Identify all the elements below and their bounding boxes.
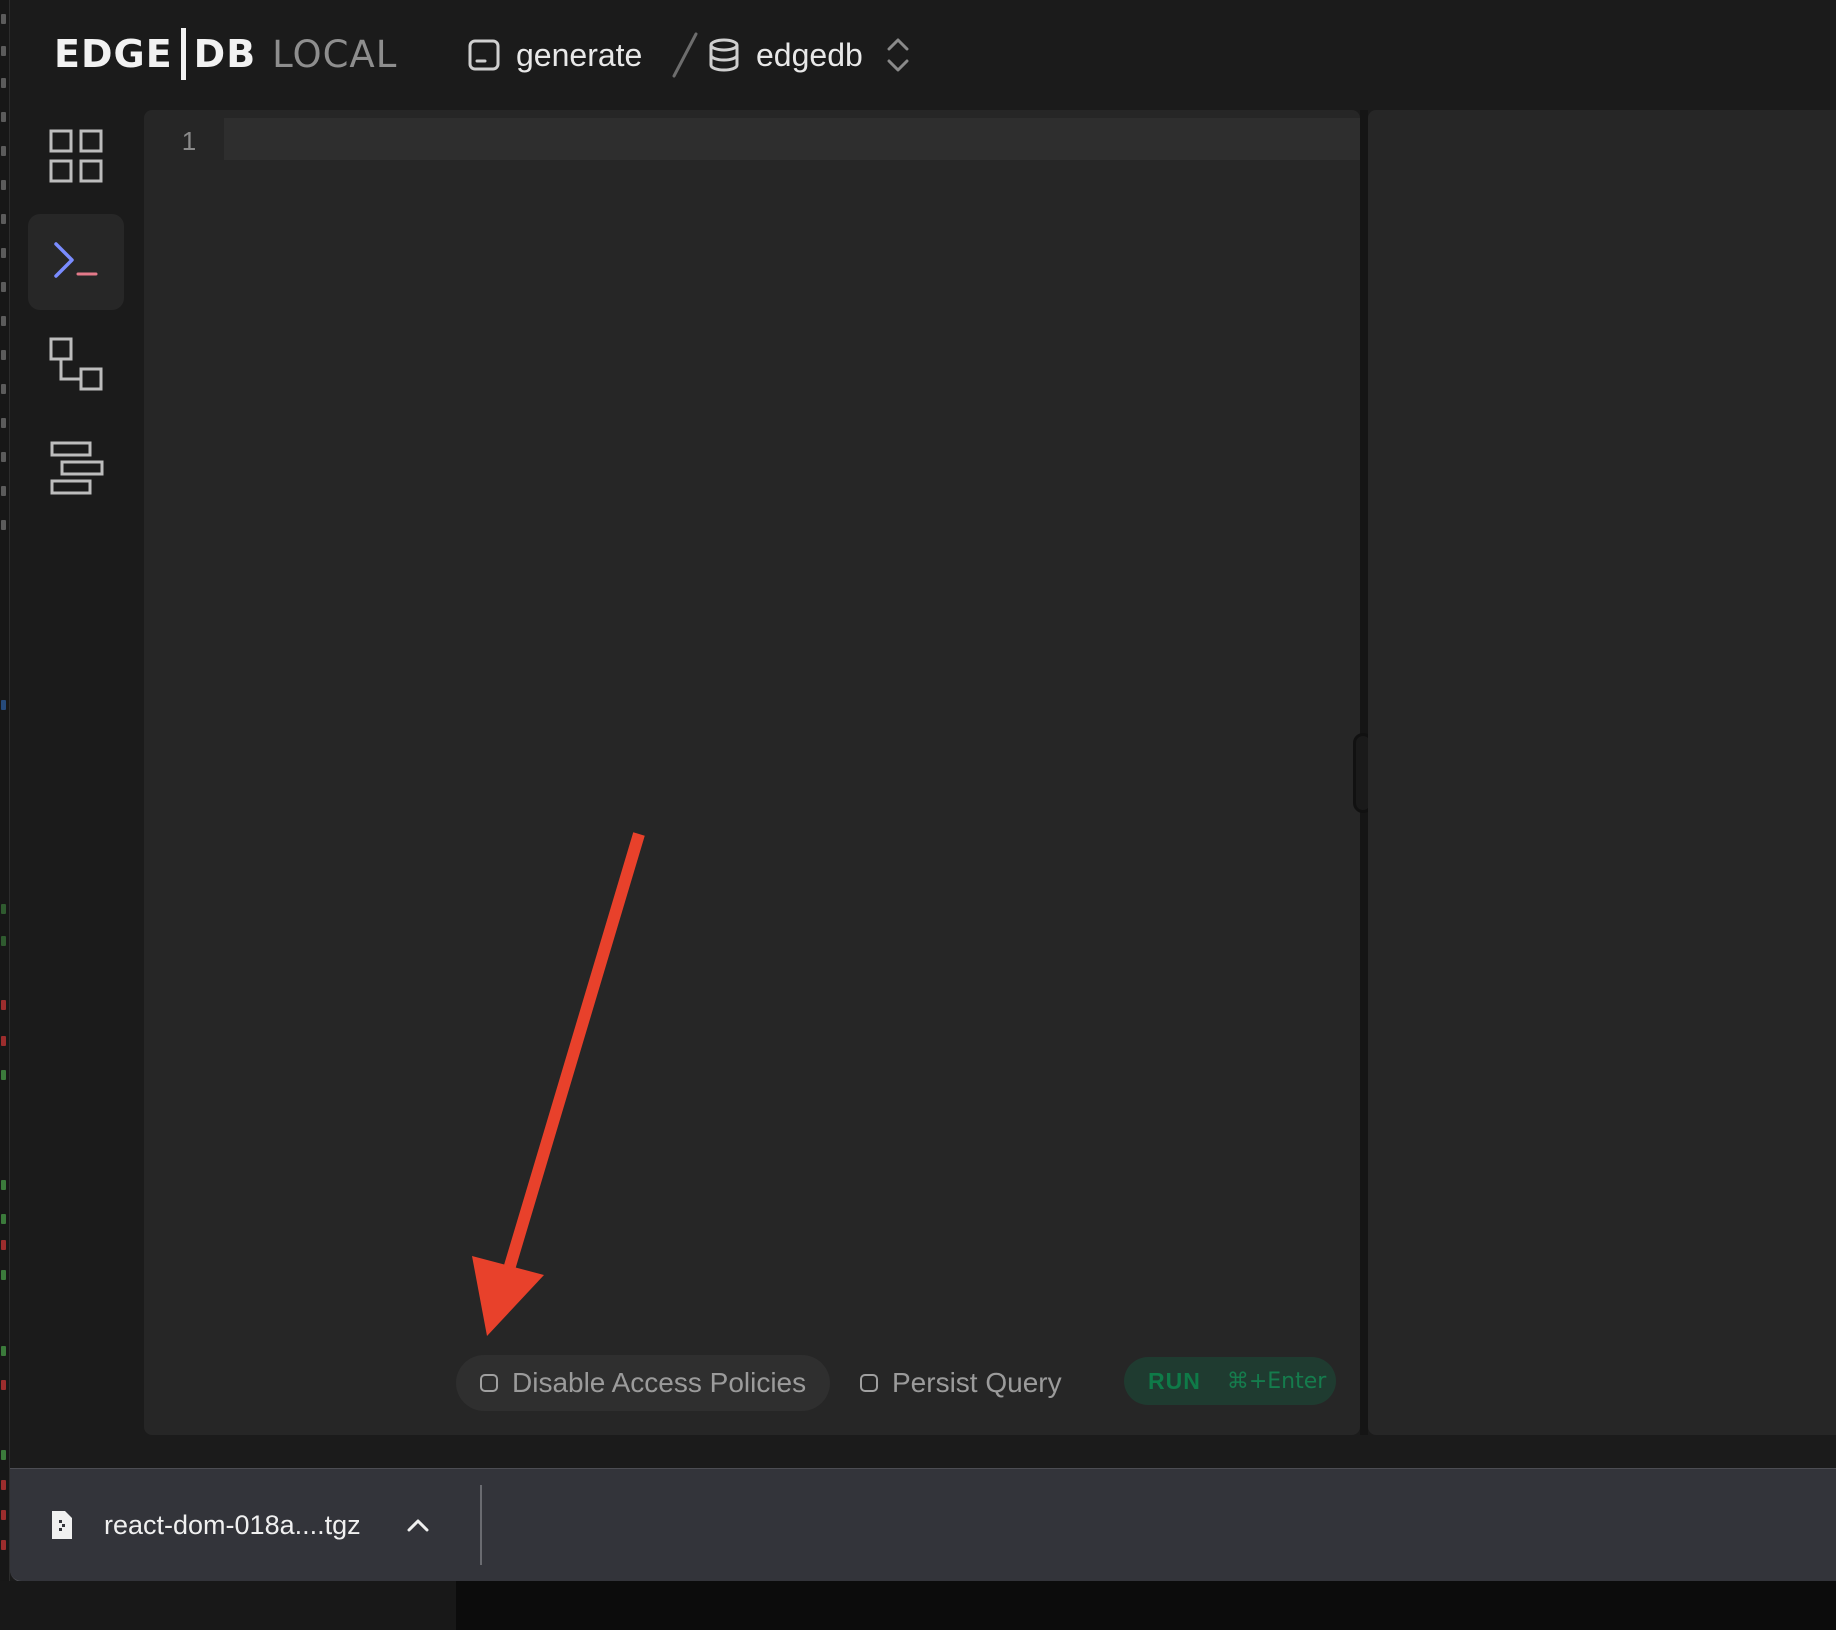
disable-access-policies-checkbox[interactable] bbox=[480, 1374, 498, 1392]
window-bottom-edge bbox=[0, 1581, 1836, 1630]
disable-access-policies-toggle[interactable]: Disable Access Policies bbox=[456, 1355, 830, 1411]
download-bar: react-dom-018a....tgz bbox=[10, 1468, 1836, 1582]
background-window-edge bbox=[0, 0, 10, 1585]
instance-icon bbox=[468, 39, 500, 71]
nav-data-explorer[interactable] bbox=[28, 422, 124, 518]
logo-divider bbox=[180, 28, 186, 80]
editor-controls: Disable Access Policies Persist Query RU… bbox=[144, 1355, 1360, 1415]
logo-db-text: DB bbox=[193, 32, 257, 76]
header: EDGE DB LOCAL generate edgedb bbox=[10, 0, 1836, 110]
persist-query-label: Persist Query bbox=[892, 1367, 1062, 1398]
line-number: 1 bbox=[181, 126, 197, 156]
download-filename: react-dom-018a....tgz bbox=[104, 1509, 361, 1540]
grid-icon bbox=[49, 129, 103, 188]
nav-dashboard[interactable] bbox=[28, 110, 124, 206]
switch-database-icon[interactable] bbox=[885, 35, 911, 75]
logo-local-text: LOCAL bbox=[272, 32, 398, 76]
data-table-icon bbox=[48, 441, 104, 500]
breadcrumb-instance[interactable]: generate bbox=[468, 28, 642, 82]
output-panel bbox=[1368, 110, 1836, 1435]
nav-repl[interactable] bbox=[28, 214, 124, 310]
disable-access-policies-label: Disable Access Policies bbox=[512, 1367, 807, 1398]
active-line-highlight bbox=[224, 118, 1360, 160]
schema-graph-icon bbox=[49, 337, 103, 396]
database-name: edgedb bbox=[756, 36, 863, 73]
nav-schema[interactable] bbox=[28, 318, 124, 414]
instance-name: generate bbox=[516, 36, 643, 73]
run-shortcut: ⌘+Enter bbox=[1226, 1368, 1327, 1394]
query-editor[interactable]: 1 Disable Access Policies Persist Query … bbox=[144, 110, 1360, 1435]
edgedb-logo[interactable]: EDGE DB LOCAL bbox=[54, 26, 397, 82]
persist-query-checkbox[interactable] bbox=[860, 1374, 878, 1392]
run-button[interactable]: RUN ⌘+Enter bbox=[1124, 1357, 1336, 1405]
database-icon bbox=[708, 38, 740, 72]
breadcrumb-separator bbox=[670, 30, 700, 85]
file-archive-icon bbox=[50, 1510, 74, 1540]
download-item[interactable]: react-dom-018a....tgz bbox=[50, 1469, 429, 1581]
chevron-up-icon[interactable] bbox=[407, 1518, 429, 1532]
screen: EDGE DB LOCAL generate edgedb 1 Disable … bbox=[0, 0, 1836, 1630]
logo-edge-text: EDGE bbox=[54, 32, 173, 76]
run-label: RUN bbox=[1148, 1367, 1201, 1394]
edgedb-ui-app: EDGE DB LOCAL generate edgedb 1 Disable … bbox=[10, 0, 1836, 1468]
breadcrumb-database[interactable]: edgedb bbox=[708, 28, 911, 82]
download-bar-divider bbox=[480, 1485, 482, 1565]
persist-query-toggle[interactable]: Persist Query bbox=[860, 1355, 1080, 1411]
terminal-prompt-icon bbox=[52, 240, 100, 285]
